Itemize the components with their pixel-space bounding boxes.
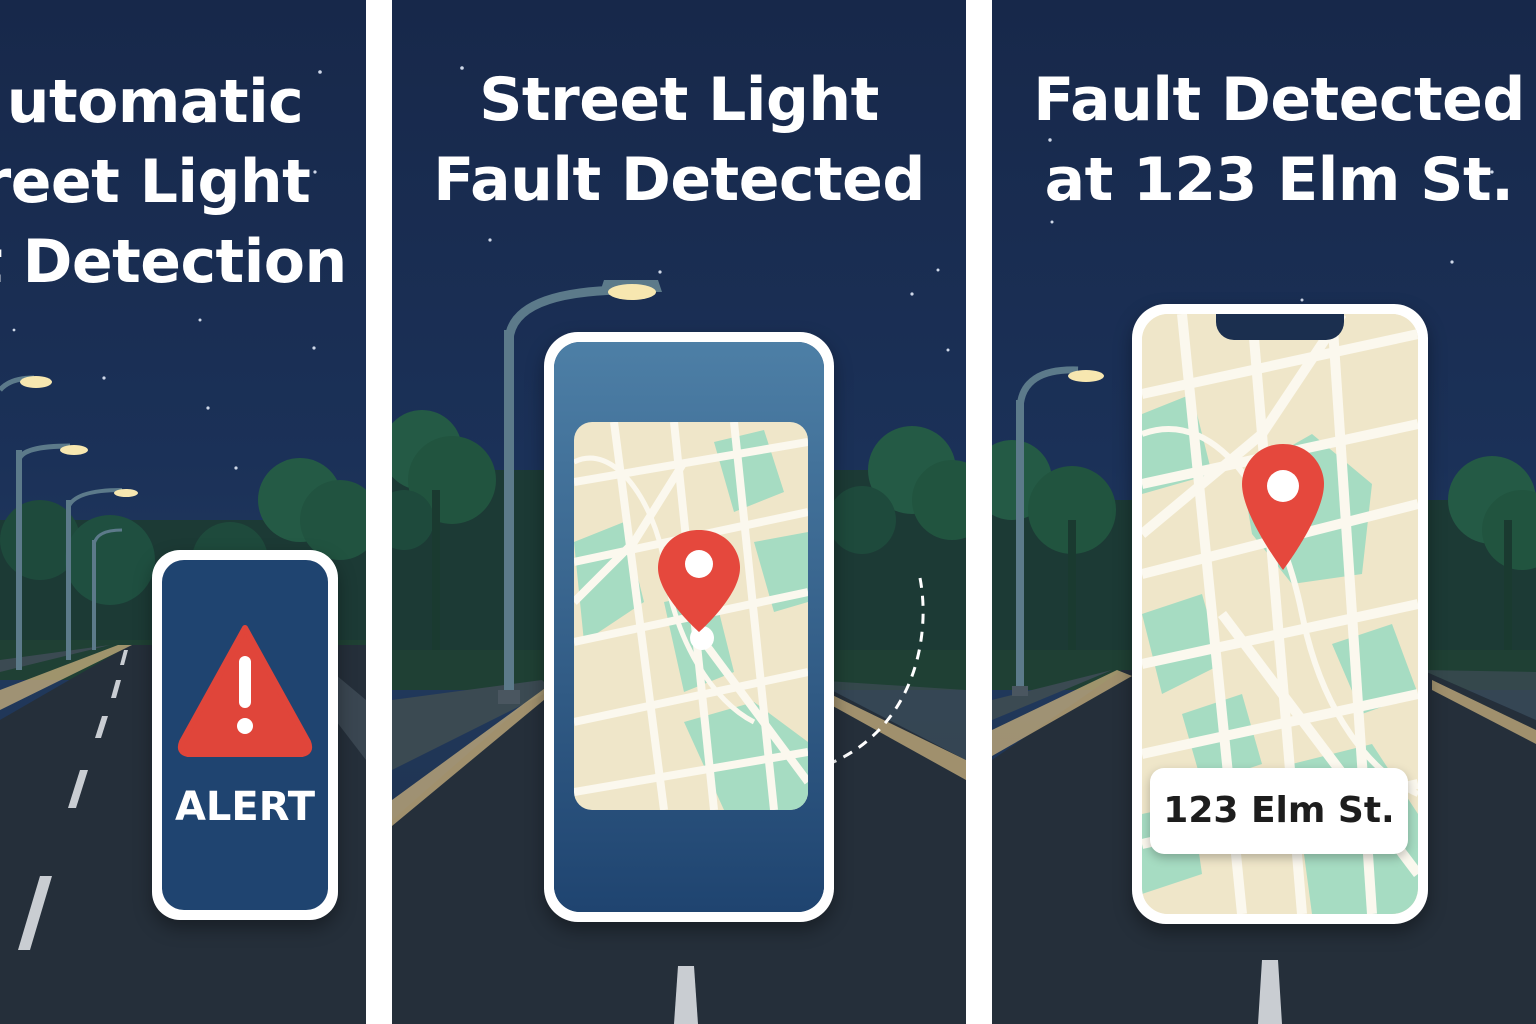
- panel-fault-location: Fault Detected at 123 Elm St. 123 Elm St…: [992, 0, 1536, 1024]
- panel-title: Fault Detected at 123 Elm St.: [992, 60, 1536, 220]
- location-dot: [690, 626, 714, 650]
- lane-marking: [1258, 960, 1282, 1024]
- panel-fault-detected: Street Light Fault Detected: [392, 0, 966, 1024]
- alert-phone: ALERT: [152, 550, 338, 920]
- map-phone: [544, 332, 834, 922]
- phone-screen: [554, 342, 824, 912]
- map-phone: 123 Elm St.: [1132, 304, 1428, 924]
- title-line-2: reet Light: [0, 147, 311, 217]
- title-line-1: Street Light: [479, 65, 879, 135]
- title-line-1: utomatic: [6, 67, 304, 137]
- panel-title: utomatic reet Light t Detection: [0, 62, 347, 302]
- phone-screen: 123 Elm St.: [1142, 314, 1418, 914]
- map-view: [554, 342, 824, 912]
- warning-icon: [177, 625, 313, 757]
- panel-automatic-detection: utomatic reet Light t Detection ALERT: [0, 0, 366, 1024]
- phone-notch: [1216, 314, 1344, 340]
- title-line-3: t Detection: [0, 227, 347, 297]
- title-line-2: Fault Detected: [433, 145, 925, 215]
- address-card[interactable]: 123 Elm St.: [1150, 768, 1408, 854]
- title-line-1: Fault Detected: [1033, 65, 1525, 135]
- alert-label: ALERT: [174, 784, 316, 830]
- panel-title: Street Light Fault Detected: [392, 60, 966, 220]
- title-line-2: at 123 Elm St.: [1044, 145, 1514, 215]
- phone-screen: ALERT: [162, 560, 328, 910]
- lane-marking: [674, 966, 698, 1024]
